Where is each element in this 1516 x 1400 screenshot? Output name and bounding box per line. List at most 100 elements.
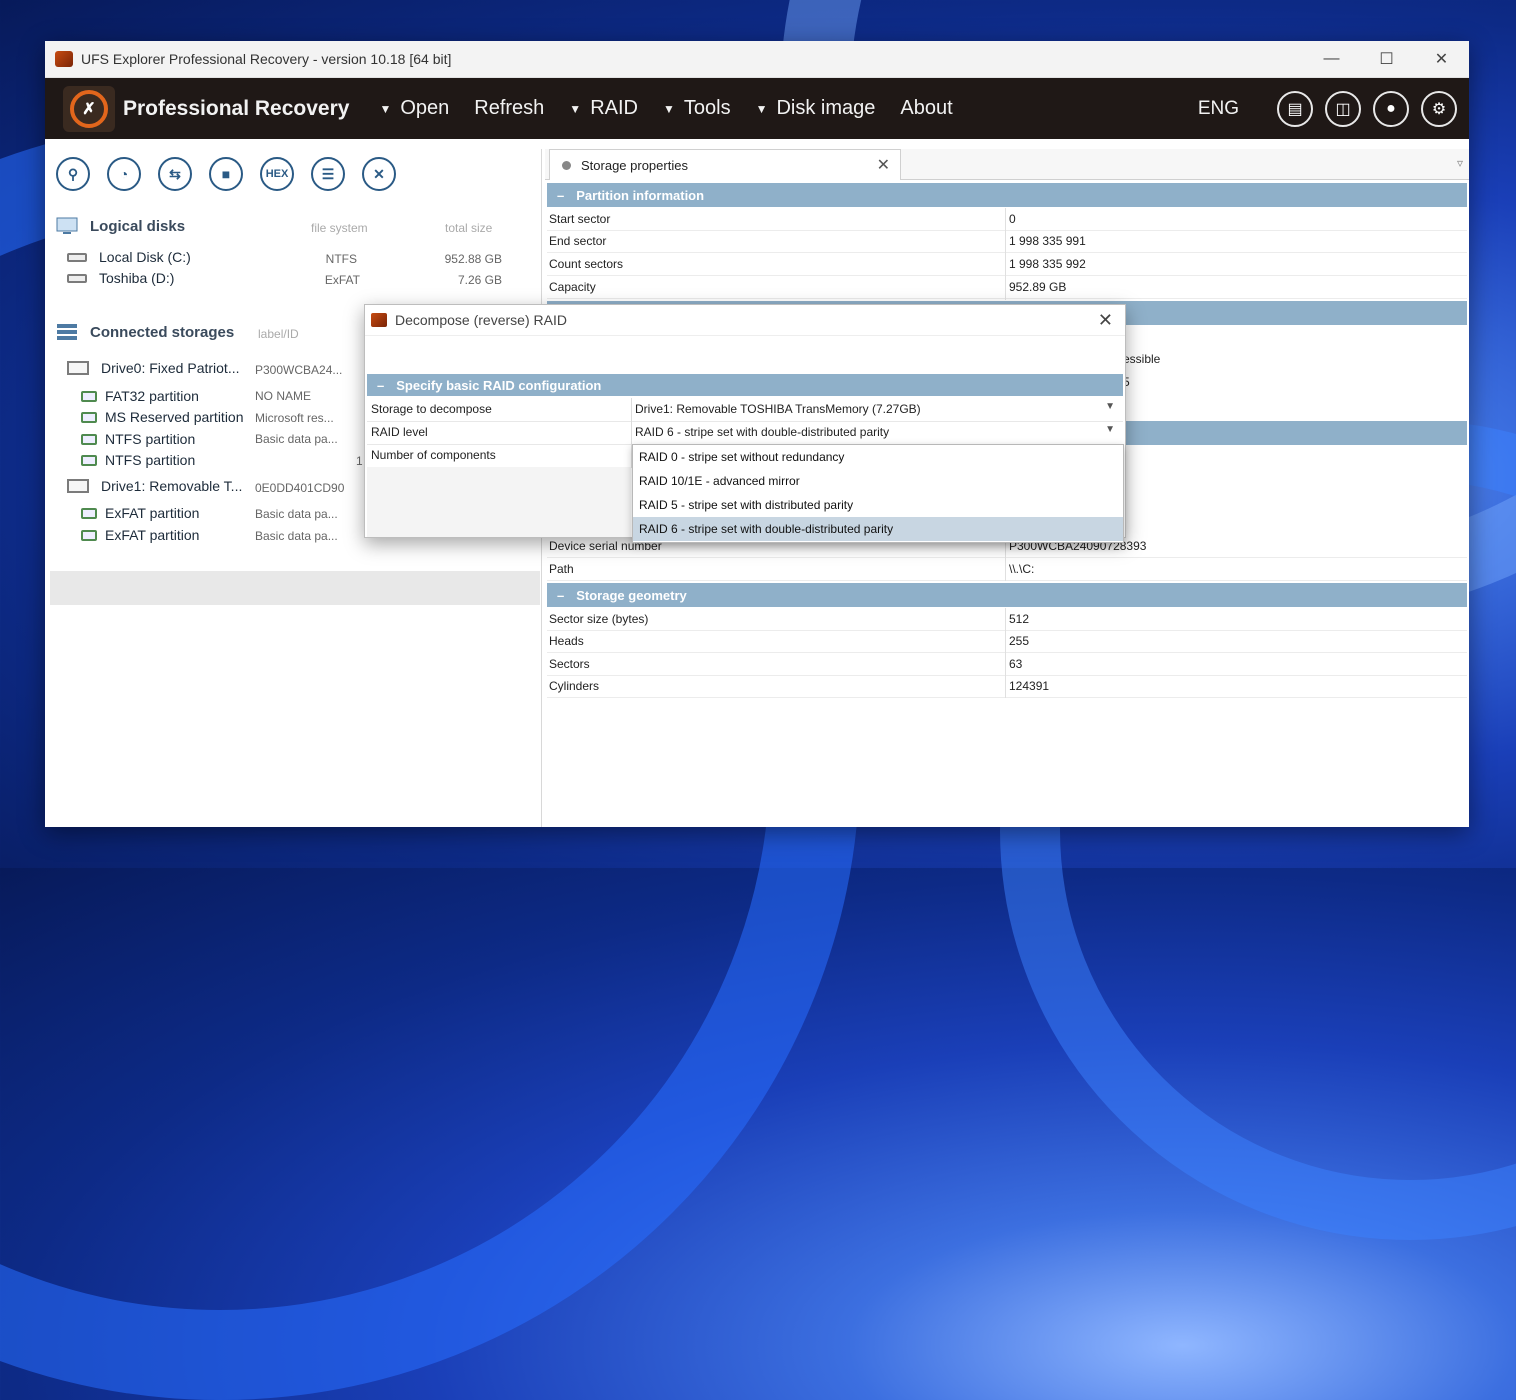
dropdown-arrow-icon: ▼: [755, 101, 768, 116]
dialog-title-bar: Decompose (reverse) RAID ✕: [365, 305, 1125, 336]
scan-icon[interactable]: ◔: [107, 157, 141, 191]
menu-refresh[interactable]: Refresh: [474, 97, 544, 120]
dropdown-arrow-icon: ▼: [569, 101, 582, 116]
partition-row[interactable]: FAT32 partition: [81, 388, 199, 404]
column-file-system: file system: [311, 221, 368, 235]
storage-geometry-band[interactable]: – Storage geometry: [547, 583, 1467, 607]
logical-disk-d[interactable]: Toshiba (D:): [67, 270, 174, 286]
storage-to-decompose-row[interactable]: Storage to decompose Drive1: Removable T…: [367, 398, 1123, 422]
partition-row[interactable]: ExFAT partition: [81, 527, 199, 543]
fs-value: NTFS: [325, 252, 357, 266]
maximize-button[interactable]: ☐: [1359, 41, 1414, 77]
size-value: 952.88 GB: [444, 252, 502, 266]
raid-option[interactable]: RAID 0 - stripe set without redundancy: [633, 445, 1123, 469]
close-button[interactable]: ✕: [1414, 41, 1469, 77]
raid-option[interactable]: RAID 10/1E - advanced mirror: [633, 469, 1123, 493]
close-tab-icon[interactable]: ✕: [877, 155, 890, 175]
partition-label: Basic data pa...: [255, 507, 338, 521]
menu-tools[interactable]: ▼ Tools: [663, 97, 731, 120]
partition-icon: [81, 529, 97, 541]
app-bar: ✗ Professional Recovery ▼ Open Refresh ▼ R…: [45, 78, 1469, 139]
partition-row[interactable]: NTFS partition: [81, 431, 195, 447]
mount-icon[interactable]: ⇆: [158, 157, 192, 191]
gear-icon[interactable]: ⚙: [1421, 90, 1457, 127]
dropdown-arrow-icon: ▼: [379, 101, 392, 116]
main-menu: ▼ Open Refresh ▼ RAID ▼ Tools ▼ Disk image A…: [379, 97, 977, 120]
app-logo-icon: [55, 51, 73, 67]
app-logo-icon: [371, 313, 387, 327]
menu-raid[interactable]: ▼ RAID: [569, 97, 638, 120]
dropdown-arrow-icon[interactable]: ▼: [1105, 424, 1115, 435]
partition-icon: [81, 411, 97, 423]
column-total-size: total size: [445, 221, 493, 235]
dialog-close-button[interactable]: ✕: [1098, 310, 1113, 331]
partition-row[interactable]: NTFS partition: [81, 452, 195, 468]
column-divider: [1005, 208, 1006, 300]
property-row: Sectors 63: [547, 653, 1467, 676]
tab-status-dot: [562, 160, 571, 170]
drive1-row[interactable]: Drive1: Removable T...: [67, 478, 242, 494]
search-icon[interactable]: ⚲: [56, 157, 90, 191]
drive-icon: [67, 479, 89, 493]
panel-icon[interactable]: ◫: [1325, 90, 1361, 127]
window-title: UFS Explorer Professional Recovery - ver…: [81, 51, 452, 67]
property-row: Sector size (bytes) 512: [547, 608, 1467, 631]
property-row: Heads 255: [547, 630, 1467, 653]
property-row: Capacity 952.89 GB: [547, 276, 1467, 299]
selected-row-highlight: [50, 571, 540, 605]
partition-icon: [81, 433, 97, 445]
partition-icon: [81, 507, 97, 519]
partition-row[interactable]: MS Reserved partition: [81, 409, 244, 425]
monitor-icon: [56, 217, 78, 234]
partition-icon: [81, 390, 97, 402]
title-bar: UFS Explorer Professional Recovery - ver…: [45, 41, 1469, 78]
column-label-id: label/ID: [258, 327, 299, 341]
drive-icon: [67, 361, 89, 375]
raid-level-dropdown: RAID 0 - stripe set without redundancy R…: [632, 444, 1124, 543]
drive0-row[interactable]: Drive0: Fixed Patriot...: [67, 360, 240, 376]
dialog-empty-area: [367, 467, 631, 537]
raid-config-band[interactable]: – Specify basic RAID configuration: [367, 374, 1123, 396]
app-name: Professional Recovery: [123, 96, 350, 120]
property-row: Path \\.\C:: [547, 558, 1467, 581]
property-row: Count sectors 1 998 335 992: [547, 253, 1467, 276]
fs-value: ExFAT: [324, 273, 360, 287]
tab-storage-properties[interactable]: Storage properties ✕: [549, 149, 901, 180]
dropdown-arrow-icon: ▼: [662, 101, 675, 116]
disk-icon: [67, 273, 87, 283]
partition-row[interactable]: ExFAT partition: [81, 505, 199, 521]
partition-label: 1: [356, 454, 363, 468]
size-value: 7.26 GB: [457, 273, 502, 287]
brand-logo-icon: ✗: [63, 85, 115, 132]
list-icon[interactable]: ☰: [311, 157, 345, 191]
partition-info-band[interactable]: – Partition information: [547, 183, 1467, 207]
logical-disk-c[interactable]: Local Disk (C:): [67, 249, 191, 265]
partition-label: Basic data pa...: [255, 529, 338, 543]
column-divider: [1005, 608, 1006, 698]
menu-disk-image[interactable]: ▼ Disk image: [756, 97, 876, 120]
partition-label: Basic data pa...: [255, 432, 338, 446]
minimize-button[interactable]: —: [1304, 41, 1359, 77]
close-icon[interactable]: ✕: [362, 157, 396, 191]
disk-icon: [67, 252, 87, 262]
toolbar: ⚲ ◔ ⇆ ■ HEX ☰ ✕: [56, 157, 413, 191]
messages-icon[interactable]: ▤: [1277, 90, 1313, 127]
menu-open[interactable]: ▼ Open: [379, 97, 449, 120]
lock-icon[interactable]: ■: [209, 157, 243, 191]
user-icon[interactable]: ●: [1373, 90, 1409, 127]
partition-label: NO NAME: [255, 389, 312, 403]
property-row: End sector 1 998 335 991: [547, 230, 1467, 253]
dropdown-arrow-icon[interactable]: ▼: [1105, 401, 1115, 412]
property-row: Start sector 0: [547, 208, 1467, 231]
menu-about[interactable]: About: [900, 97, 952, 120]
property-row: Cylinders 124391: [547, 675, 1467, 698]
language-selector[interactable]: ENG: [1198, 98, 1239, 120]
drive1-id: 0E0DD401CD90: [255, 481, 345, 495]
filter-icon[interactable]: ▿: [1457, 156, 1463, 170]
raid-option-selected[interactable]: RAID 6 - stripe set with double-distribu…: [633, 517, 1123, 541]
raid-option[interactable]: RAID 5 - stripe set with distributed par…: [633, 493, 1123, 517]
raid-level-row[interactable]: RAID level RAID 6 - stripe set with doub…: [367, 421, 1123, 445]
hex-button[interactable]: HEX: [260, 157, 294, 191]
tab-strip: Storage properties ✕ ▿: [545, 149, 1469, 180]
storage-stack-icon: [57, 324, 77, 340]
